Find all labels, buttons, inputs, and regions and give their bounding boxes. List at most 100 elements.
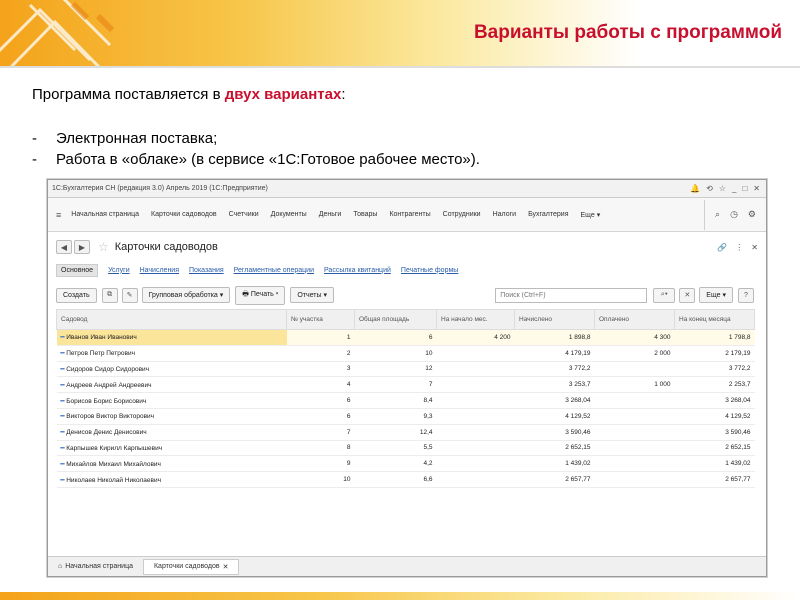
link-services[interactable]: Услуги [108, 267, 130, 274]
table-row[interactable]: ━ Викторов Виктор Викторович 6 9,3 4 129,52… [56, 408, 755, 425]
star-icon[interactable]: ☆ [719, 184, 726, 193]
cell-value: 2 253,7 [674, 376, 755, 394]
cell-value: 4 129,52 [674, 408, 755, 425]
minimize-icon[interactable]: _ [732, 184, 736, 193]
table-row[interactable]: ━ Андреев Андрей Андреевич 4 7 3 253,7 1 000… [56, 376, 755, 394]
cell-value: 3 772,2 [674, 361, 755, 378]
edit-icon[interactable]: ✎ [121, 287, 138, 303]
link-readings[interactable]: Показания [189, 267, 224, 274]
cell-gardener: ━ Сидоров Сидор Сидорович [56, 361, 287, 378]
table-row[interactable]: ━ Борисов Борис Борисович 6 8,4 3 268,04 3 2… [56, 392, 755, 409]
bullet-item: - Электронная поставка; [32, 130, 218, 147]
cell-value: 2 179,19 [674, 345, 755, 362]
col-paid[interactable]: Оплачено [594, 309, 675, 330]
bullet-list: - Электронная поставка; - Работа в «облаке… [32, 128, 480, 170]
history-icon[interactable]: ⟲ [706, 184, 713, 193]
section-taxes[interactable]: Налоги [493, 211, 516, 218]
cell-value: 9,3 [354, 408, 437, 425]
col-plot[interactable]: № участка [286, 309, 355, 330]
divider [0, 66, 800, 68]
form-close-icon[interactable]: ✕ [751, 243, 758, 252]
more-icon[interactable]: ⋮ [735, 243, 743, 252]
close-icon[interactable]: ✕ [753, 184, 760, 193]
section-goods[interactable]: Товары [353, 211, 377, 218]
cell-value: 3 253,7 [514, 376, 595, 394]
sections-panel: ≡ Начальная страница Карточки садоводов … [48, 198, 766, 232]
cell-value: 6 [354, 329, 437, 346]
table-row[interactable]: ━ Михайлов Михаил Михайлович 9 4,2 1 439,02… [56, 455, 755, 473]
cell-gardener: ━ Карпышев Кирилл Карпышевич [56, 440, 287, 457]
cell-value [594, 408, 675, 425]
table-row[interactable]: ━ Сидоров Сидор Сидорович 3 12 3 772,2 3 772… [56, 361, 755, 378]
cell-value: 1 898,8 [514, 329, 595, 346]
link-printforms[interactable]: Печатные формы [401, 267, 458, 274]
window-title: 1С:Бухгалтерия СН (редакция 3.0) Апрель … [52, 185, 268, 192]
clear-search-icon[interactable]: ✕ [679, 287, 696, 303]
link-main[interactable]: Основное [56, 263, 99, 277]
tab-cards[interactable]: Карточки садоводов ✕ [142, 558, 240, 575]
back-button[interactable]: ◀ [56, 240, 72, 254]
print-button[interactable]: 🖶 Печать ▾ [235, 285, 286, 305]
settings-icon[interactable]: ⚙ [748, 209, 756, 220]
copy-icon[interactable]: ⧉ [101, 287, 118, 303]
section-employees[interactable]: Сотрудники [443, 211, 481, 218]
col-end[interactable]: На конец месяца [674, 309, 755, 330]
table-row[interactable]: ━ Петров Петр Петрович 2 10 4 179,19 2 000 2 … [56, 345, 755, 362]
maximize-icon[interactable]: □ [742, 184, 747, 193]
col-start[interactable]: На начало мес. [436, 309, 515, 330]
section-contractors[interactable]: Контрагенты [389, 211, 430, 218]
cell-value: 4,2 [354, 455, 437, 473]
section-home[interactable]: Начальная страница [71, 211, 139, 218]
cell-value: 2 [286, 345, 355, 362]
cell-value: 4 [286, 376, 355, 394]
cell-value: 2 657,77 [674, 471, 755, 488]
group-processing-button[interactable]: Групповая обработка ▾ [141, 287, 231, 303]
cell-value: 2 657,77 [514, 471, 595, 488]
cell-value: 6,6 [354, 471, 437, 488]
link-icon[interactable]: 🔗 [717, 243, 727, 252]
window-titlebar: 1С:Бухгалтерия СН (редакция 3.0) Апрель … [48, 180, 766, 198]
cell-value [594, 471, 675, 488]
section-more[interactable]: Еще ▾ [581, 211, 601, 219]
cell-value [436, 408, 515, 425]
section-accounting[interactable]: Бухгалтерия [528, 211, 568, 218]
section-cards[interactable]: Карточки садоводов [151, 211, 217, 218]
table-row[interactable]: ━ Николаев Николай Николаевич 10 6,6 2 657,… [56, 471, 755, 488]
cell-value: 12 [354, 361, 437, 378]
link-routine[interactable]: Регламентные операции [234, 267, 314, 274]
link-mailing[interactable]: Рассылка квитанций [324, 267, 391, 274]
table-header: Садовод № участка Общая площадь На начал… [56, 309, 755, 330]
col-gardener[interactable]: Садовод [56, 309, 287, 330]
cell-value: 3 [286, 361, 355, 378]
home-icon: ⌂ [58, 563, 63, 570]
command-bar: Создать ⧉ ✎ Групповая обработка ▾ 🖶 Печа… [56, 284, 758, 306]
table-row[interactable]: ━ Денисов Денис Денисович 7 12,4 3 590,46 3 … [56, 424, 755, 441]
cell-value [594, 424, 675, 441]
more-button[interactable]: Еще ▾ [699, 287, 733, 303]
search-input[interactable] [495, 287, 648, 303]
reports-button[interactable]: Отчеты ▾ [290, 287, 335, 303]
search-icon[interactable]: ⌕ [715, 209, 720, 220]
section-meters[interactable]: Счетчики [229, 211, 259, 218]
col-area[interactable]: Общая площадь [354, 309, 437, 330]
cell-value [436, 361, 515, 378]
intro-bold: двух вариантах [224, 86, 342, 103]
table-row[interactable]: ━ Иванов Иван Иванович 1 6 4 200 1 898,8 4 30… [56, 329, 755, 346]
search-options-button[interactable]: ⌕▾ [653, 287, 676, 303]
bell-icon[interactable]: 🔔 [690, 184, 700, 193]
create-button[interactable]: Создать [56, 287, 97, 303]
table-row[interactable]: ━ Карпышев Кирилл Карпышевич 8 5,5 2 652,15… [56, 440, 755, 457]
help-icon[interactable]: ? [738, 287, 754, 303]
form-pane: ◀ ▶ ☆ Карточки садоводов 🔗 ⋮ ✕ Основное … [56, 236, 758, 570]
section-documents[interactable]: Документы [271, 211, 307, 218]
clock-icon[interactable]: ◷ [730, 209, 738, 220]
col-charged[interactable]: Начислено [514, 309, 595, 330]
menu-icon[interactable]: ≡ [56, 210, 61, 220]
link-accruals[interactable]: Начисления [140, 267, 179, 274]
tab-close-icon[interactable]: ✕ [223, 563, 229, 571]
tab-home[interactable]: ⌂ Начальная страница [48, 560, 143, 573]
section-money[interactable]: Деньги [319, 211, 342, 218]
favorite-star-icon[interactable]: ☆ [98, 240, 109, 254]
forward-button[interactable]: ▶ [74, 240, 90, 254]
cell-value [594, 440, 675, 457]
